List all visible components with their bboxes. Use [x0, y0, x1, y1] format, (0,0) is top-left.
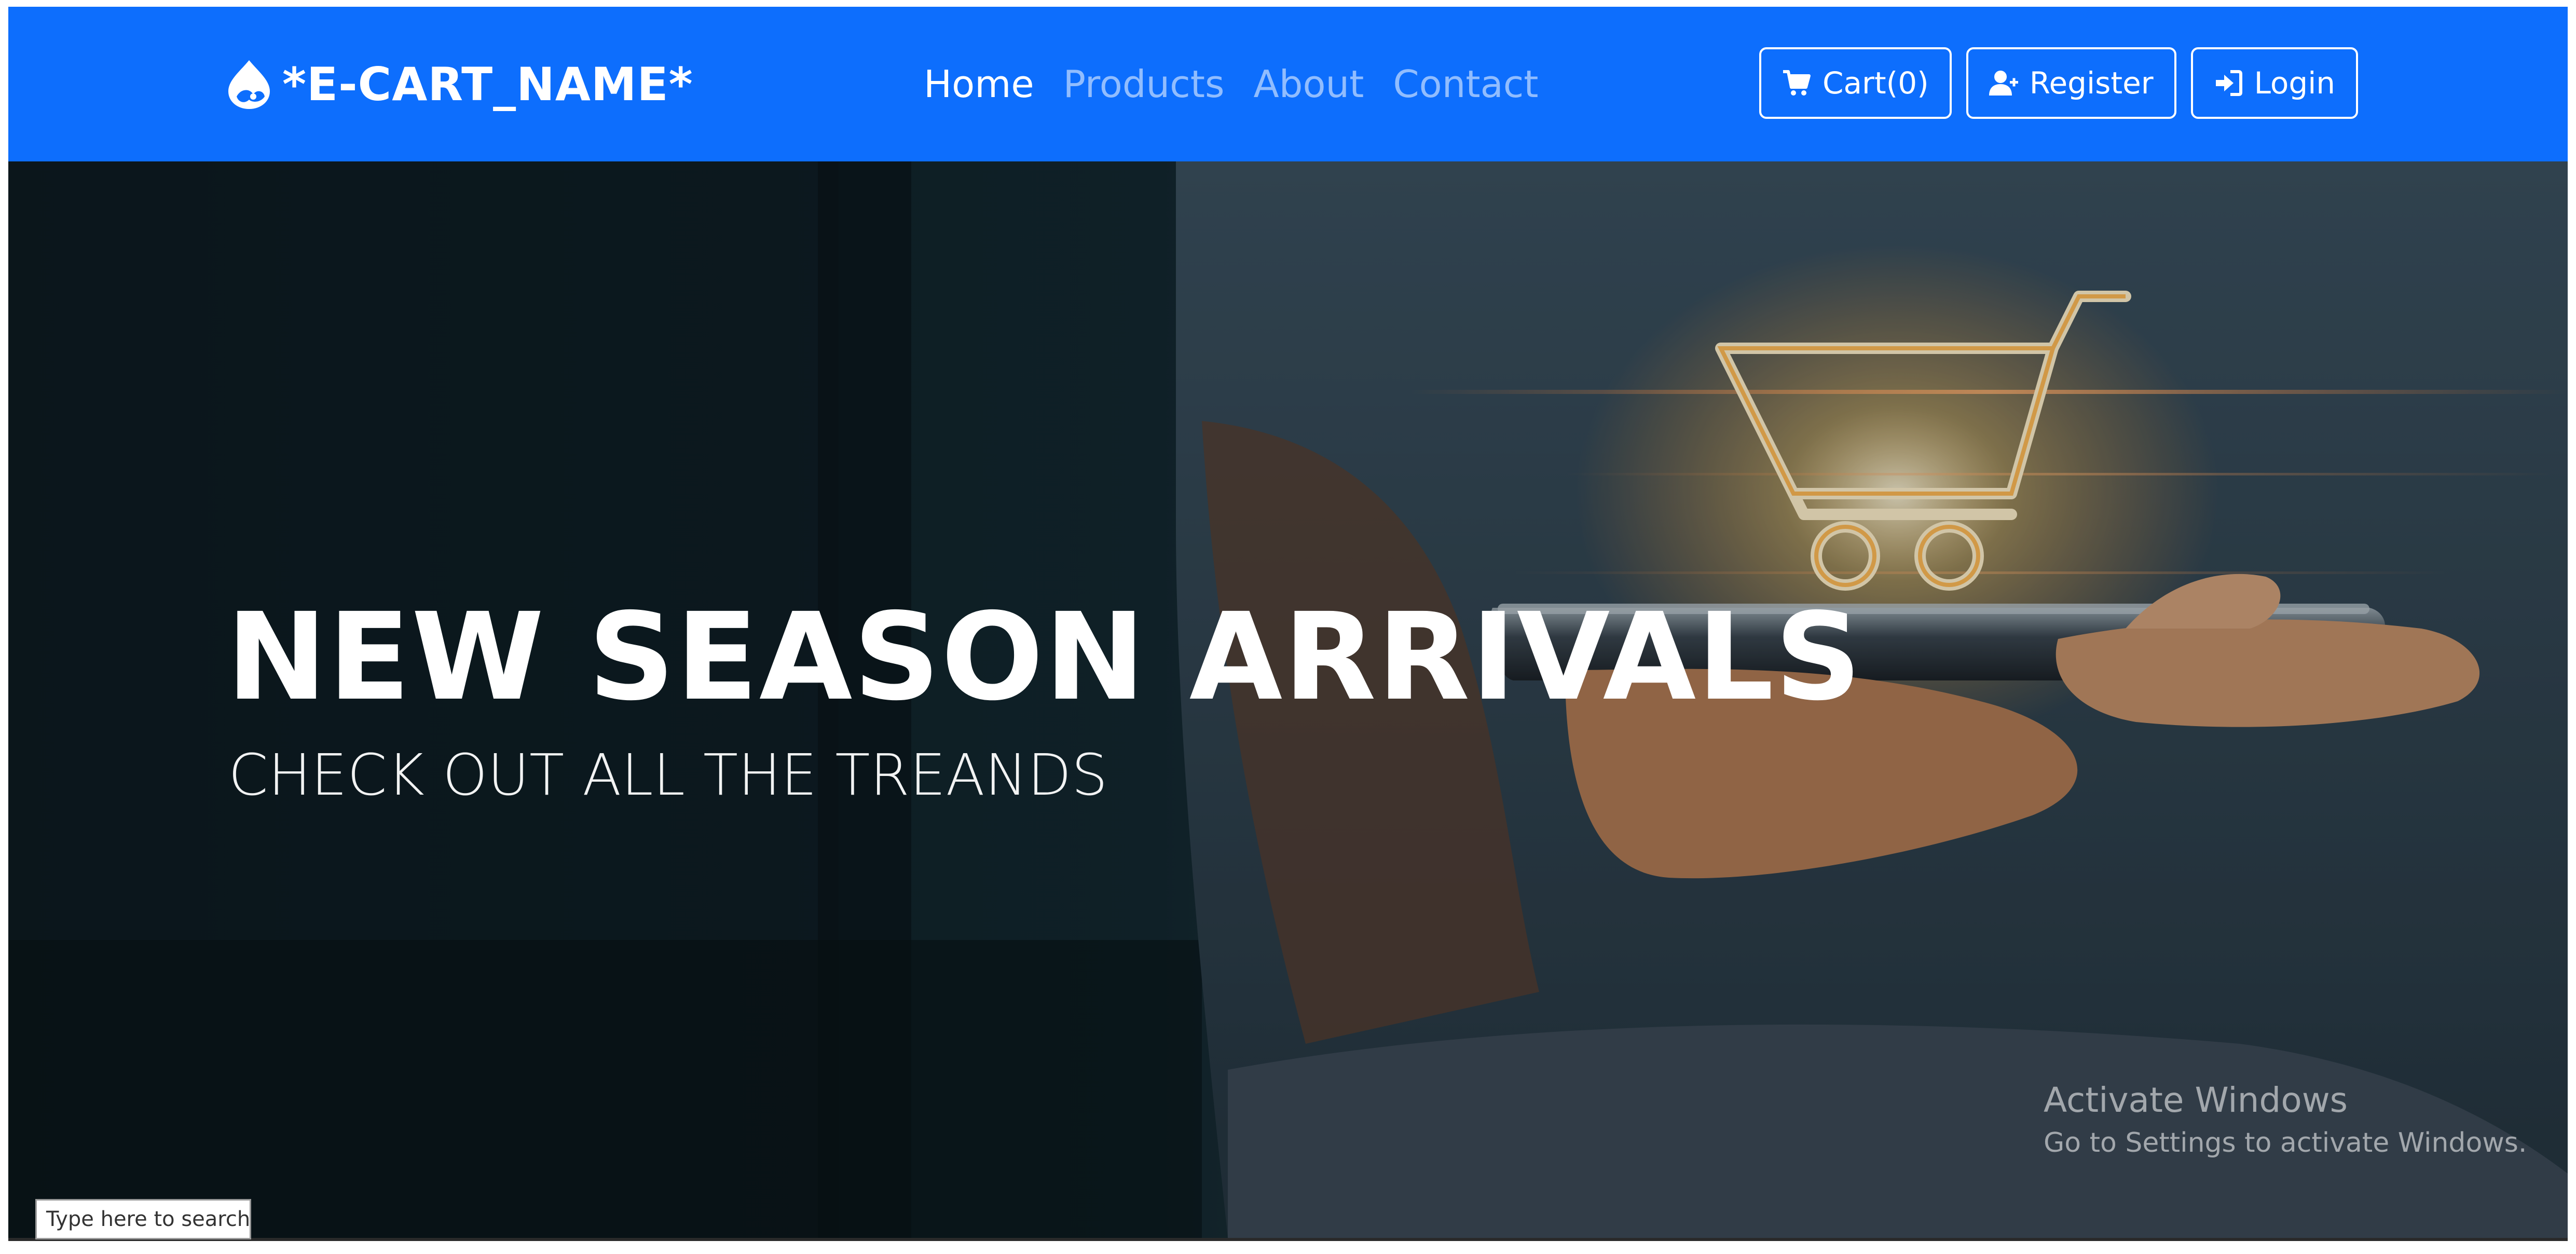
cart-button[interactable]: Cart(0)	[1759, 47, 1952, 119]
main-nav: Home Products About Contact	[924, 7, 1539, 161]
hero-subtitle: CHECK OUT ALL THE TREANDS	[228, 742, 1108, 808]
top-navbar: *E-CART_NAME* Home Products About Contac…	[8, 7, 2568, 161]
brand-logo-link[interactable]: *E-CART_NAME*	[226, 7, 693, 161]
cart-button-label: Cart(0)	[1823, 65, 1929, 101]
register-button-label: Register	[2029, 65, 2154, 101]
sign-in-icon	[2215, 70, 2242, 96]
nav-button-group: Cart(0) Register Login	[1759, 47, 2359, 119]
nav-link-contact[interactable]: Contact	[1393, 62, 1538, 106]
nav-link-about[interactable]: About	[1254, 62, 1364, 106]
hero-title: NEW SEASON ARRIVALS	[226, 587, 1863, 727]
shopping-cart-icon	[1783, 70, 1811, 96]
activate-windows-watermark: Activate Windows Go to Settings to activ…	[2044, 1080, 2527, 1158]
drupal-drop-icon	[228, 60, 270, 109]
activate-windows-title: Activate Windows	[2044, 1080, 2348, 1120]
nav-link-home[interactable]: Home	[924, 62, 1034, 106]
nav-link-products[interactable]: Products	[1063, 62, 1225, 106]
hero-banner: NEW SEASON ARRIVALS CHECK OUT ALL THE TR…	[8, 161, 2568, 1238]
taskbar-search-input[interactable]: Type here to search	[35, 1199, 251, 1239]
user-plus-icon	[1989, 71, 2018, 96]
brand-name: *E-CART_NAME*	[282, 57, 693, 111]
activate-windows-subtitle: Go to Settings to activate Windows.	[2044, 1127, 2527, 1158]
register-button[interactable]: Register	[1966, 47, 2176, 119]
page: *E-CART_NAME* Home Products About Contac…	[0, 0, 2576, 1254]
login-button[interactable]: Login	[2190, 47, 2359, 119]
bottom-divider	[8, 1238, 2568, 1241]
login-button-label: Login	[2254, 65, 2336, 101]
